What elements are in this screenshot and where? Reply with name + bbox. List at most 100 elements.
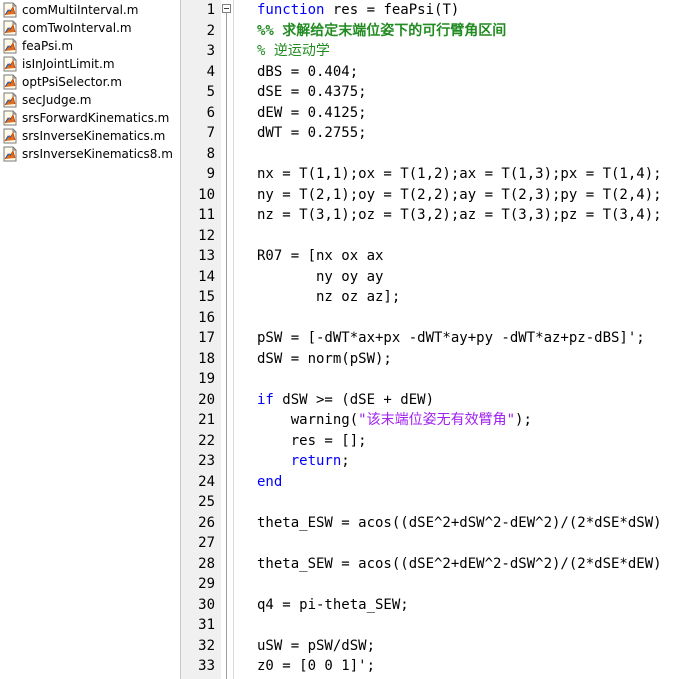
line-number: 16 [198, 309, 215, 326]
code-line[interactable]: 20 if dSW >= (dSE + dEW) [181, 390, 679, 410]
line-number: 10 [198, 186, 215, 203]
code-line[interactable]: 26 theta_ESW = acos((dSE^2+dSW^2-dEW^2)/(… [181, 513, 679, 533]
file-item[interactable]: srsForwardKinematics.m [2, 109, 169, 127]
line-number: 19 [198, 371, 215, 387]
line-number: 1 [206, 2, 215, 18]
line-number: 21 [198, 412, 215, 428]
code-line[interactable]: 8 [181, 144, 679, 164]
code-token: res = []; [257, 432, 367, 449]
code-text: q4 = pi-theta_SEW; [257, 595, 409, 615]
file-name: srsInverseKinematics8.m [22, 147, 173, 161]
code-line[interactable]: 11 nz = T(3,1);oz = T(3,2);az = T(3,3);pz… [181, 205, 679, 225]
code-line[interactable]: 13 R07 = [nx ox ax [181, 246, 679, 266]
code-text: %% 求解给定末端位姿下的可行臂角区间 [257, 21, 506, 41]
matlab-file-icon [3, 38, 17, 54]
file-item[interactable]: feaPsi.m [2, 37, 73, 55]
code-token: nz = T(3,1);oz = T(3,2);az = T(3,3);pz =… [257, 207, 662, 223]
code-text: theta_SEW = acos((dSE^2+dEW^2-dSW^2)/(2*… [257, 554, 662, 574]
code-token: ); [515, 412, 532, 428]
code-token: ; [341, 453, 350, 469]
code-line[interactable]: 18 dSW = norm(pSW); [181, 349, 679, 369]
comment-token: %% 求解给定末端位姿下的可行臂角区间 [257, 22, 507, 39]
line-number: 32 [198, 637, 215, 654]
code-text: pSW = [-dWT*ax+px -dWT*ay+py -dWT*az+pz-… [257, 328, 645, 348]
code-text: if dSW >= (dSE + dEW) [257, 390, 434, 410]
file-name: secJudge.m [22, 93, 92, 107]
code-line[interactable]: 25 [181, 492, 679, 512]
code-token: warning( [257, 412, 359, 428]
file-item[interactable]: secJudge.m [2, 91, 92, 109]
line-number: 15 [198, 289, 215, 305]
code-line[interactable]: 17 pSW = [-dWT*ax+px -dWT*ay+py -dWT*az+p… [181, 328, 679, 348]
code-line[interactable]: 2 %% 求解给定末端位姿下的可行臂角区间 [181, 21, 679, 41]
code-line[interactable]: 24 end [181, 472, 679, 492]
line-number: 11 [198, 207, 215, 223]
code-line[interactable]: 15 nz oz az]; [181, 287, 679, 307]
keyword-token: return [290, 453, 342, 469]
line-number: 2 [206, 22, 215, 39]
file-name: feaPsi.m [22, 39, 74, 53]
line-number: 13 [198, 248, 215, 264]
code-line[interactable]: 30 q4 = pi-theta_SEW; [181, 595, 679, 615]
code-text: warning("该末端位姿无有效臂角"); [257, 410, 532, 430]
code-editor[interactable]: 1 function res = feaPsi(T) 2 %% 求解给定末端位姿下的可… [181, 0, 679, 679]
file-name: optPsiSelector.m [22, 75, 122, 89]
line-number: 24 [198, 473, 215, 490]
code-line[interactable]: 29 [181, 574, 679, 594]
code-token: R07 = [nx ox ax [257, 248, 384, 264]
file-name: comMultiInterval.m [22, 3, 139, 17]
code-line[interactable]: 14 ny oy ay [181, 267, 679, 287]
code-text: z0 = [0 0 1]'; [257, 656, 375, 676]
code-token: q4 = pi-theta_SEW; [257, 596, 409, 613]
code-text: nx = T(1,1);ox = T(1,2);ax = T(1,3);px =… [257, 164, 662, 184]
code-text: function res = feaPsi(T) [257, 0, 459, 20]
file-item[interactable]: srsInverseKinematics8.m [2, 145, 173, 163]
matlab-file-icon [3, 110, 17, 126]
code-line[interactable]: 23 return; [181, 451, 679, 471]
matlab-file-icon [3, 56, 17, 72]
code-line[interactable]: 6 dEW = 0.4125; [181, 103, 679, 123]
code-token: res = feaPsi(T) [324, 2, 460, 18]
code-line[interactable]: 22 res = []; [181, 431, 679, 451]
code-line[interactable]: 10 ny = T(2,1);oy = T(2,2);ay = T(2,3);py… [181, 185, 679, 205]
code-line[interactable]: 31 [181, 615, 679, 635]
code-text: dEW = 0.4125; [257, 103, 367, 123]
code-line[interactable]: 9 nx = T(1,1);ox = T(1,2);ax = T(1,3);px … [181, 164, 679, 184]
code-line[interactable]: 27 [181, 533, 679, 553]
code-text: dSE = 0.4375; [257, 82, 367, 102]
code-token: pSW = [-dWT*ax+px -dWT*ay+py -dWT*az+pz-… [257, 330, 645, 346]
code-line[interactable]: 19 [181, 369, 679, 389]
line-number: 12 [198, 227, 215, 244]
code-token: nx = T(1,1);ox = T(1,2);ax = T(1,3);px =… [257, 166, 662, 182]
file-item[interactable]: isInJointLimit.m [2, 55, 115, 73]
code-line[interactable]: 33 z0 = [0 0 1]'; [181, 656, 679, 676]
line-number: 7 [206, 125, 215, 141]
code-text: ny = T(2,1);oy = T(2,2);ay = T(2,3);py =… [257, 185, 662, 205]
code-line[interactable]: 16 [181, 308, 679, 328]
file-item[interactable]: comTwoInterval.m [2, 19, 132, 37]
matlab-file-icon [3, 2, 17, 18]
matlab-file-icon [3, 20, 17, 36]
code-token: dSW >= (dSE + dEW) [273, 391, 435, 408]
code-line[interactable]: 5 dSE = 0.4375; [181, 82, 679, 102]
code-line[interactable]: 21 warning("该末端位姿无有效臂角"); [181, 410, 679, 430]
line-number: 9 [206, 166, 215, 182]
file-item[interactable]: optPsiSelector.m [2, 73, 122, 91]
code-text: nz oz az]; [257, 287, 400, 307]
line-number: 14 [198, 268, 215, 285]
code-line[interactable]: 32 uSW = pSW/dSW; [181, 636, 679, 656]
line-number: 30 [198, 596, 215, 613]
file-item[interactable]: srsInverseKinematics.m [2, 127, 165, 145]
line-number: 23 [198, 453, 215, 469]
code-token: dWT = 0.2755; [257, 125, 367, 141]
code-line[interactable]: 12 [181, 226, 679, 246]
code-line[interactable]: 3 % 逆运动学 [181, 41, 679, 61]
file-name: comTwoInterval.m [22, 21, 132, 35]
file-item[interactable]: comMultiInterval.m [2, 1, 138, 19]
code-line[interactable]: 4 dBS = 0.404; [181, 62, 679, 82]
code-token: nz oz az]; [257, 289, 401, 305]
line-number: 28 [198, 555, 215, 572]
code-line[interactable]: 7 dWT = 0.2755; [181, 123, 679, 143]
code-line[interactable]: 1 function res = feaPsi(T) [181, 0, 679, 20]
code-line[interactable]: 28 theta_SEW = acos((dSE^2+dEW^2-dSW^2)/(… [181, 554, 679, 574]
